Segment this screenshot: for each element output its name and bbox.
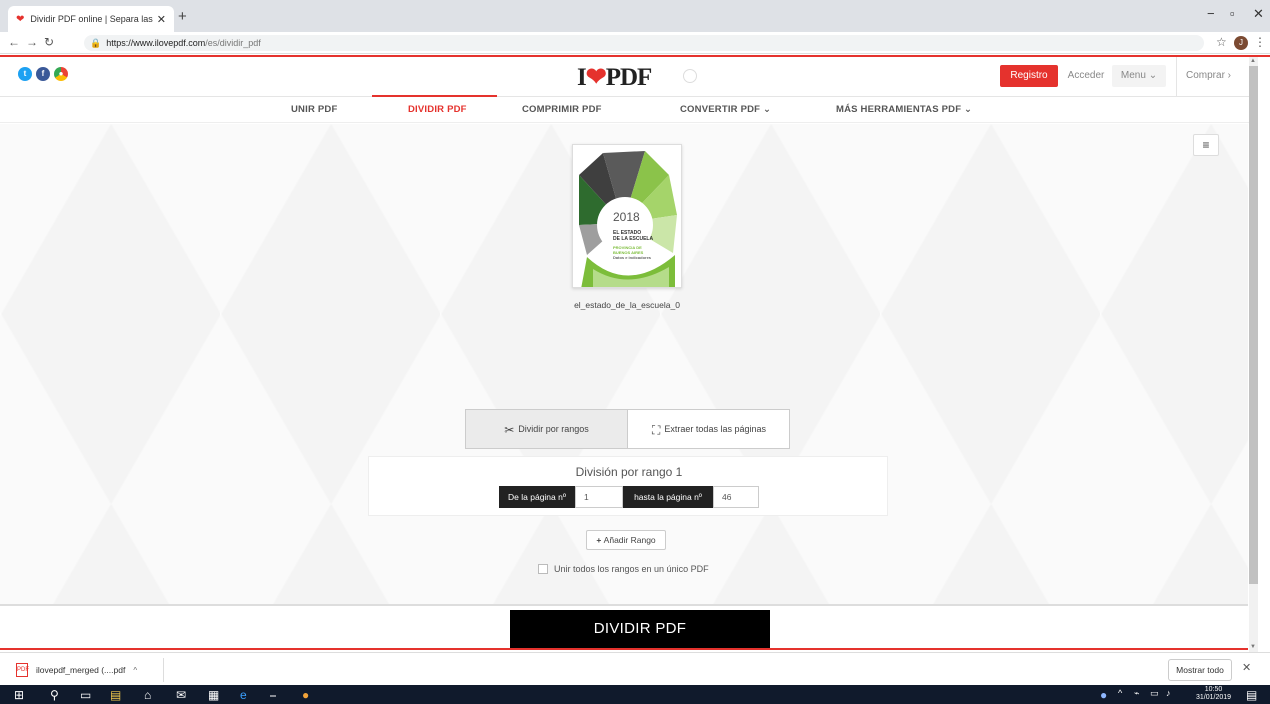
url-path: /es/dividir_pdf <box>205 38 261 48</box>
minimize-icon[interactable]: − <box>1207 6 1215 21</box>
pdf-file-icon: PDF <box>16 663 29 677</box>
mode-ranges-button[interactable]: ✂ Dividir por rangos <box>466 410 628 448</box>
help-tray-icon[interactable]: ● <box>1100 688 1107 702</box>
network-icon[interactable]: ⌁ <box>1134 688 1139 699</box>
nav-unir-pdf[interactable]: UNIR PDF <box>291 97 337 123</box>
url-host: https://www.ilovepdf.com <box>106 38 206 48</box>
pdf-thumbnail[interactable]: 2018 EL ESTADO DE LA ESCUELA PROVINCIA D… <box>572 144 682 288</box>
badge-icon <box>683 69 697 83</box>
bookmark-star-icon[interactable]: ☆ <box>1216 35 1227 49</box>
clock-time: 10:50 <box>1204 686 1223 693</box>
task-view-icon[interactable]: ▭ <box>80 688 91 702</box>
ilovepdf-logo[interactable]: I❤PDF <box>577 62 653 92</box>
scrollbar-thumb[interactable] <box>1249 66 1258 584</box>
taskbar-clock[interactable]: 10:50 31/01/2019 <box>1196 686 1231 702</box>
sort-menu-icon[interactable]: ≡ <box>1193 134 1219 156</box>
store-icon[interactable]: ⌂ <box>144 688 151 702</box>
mode-ranges-label: Dividir por rangos <box>518 424 589 434</box>
facebook-icon[interactable]: f <box>36 67 50 81</box>
header-separator <box>1176 57 1177 97</box>
url-field[interactable]: 🔒 https://www.ilovepdf.com/es/dividir_pdf <box>84 35 1204 51</box>
main-workarea: ≡ 2018 EL ESTADO DE LA ESCUELA PROVINCIA… <box>0 124 1248 604</box>
browser-menu-icon[interactable]: ⋮ <box>1254 35 1266 49</box>
site-header: t f ● I❤PDF Registro Acceder Menu ⌄ Comp… <box>0 57 1250 97</box>
merge-ranges-label: Unir todos los rangos en un único PDF <box>554 564 709 574</box>
plus-icon: + <box>596 535 604 545</box>
profile-avatar[interactable]: J <box>1234 36 1248 50</box>
acceder-button[interactable]: Acceder <box>1064 65 1108 87</box>
scroll-up-icon[interactable]: ▲ <box>1250 58 1256 64</box>
mail-icon[interactable]: ✉ <box>176 688 186 702</box>
lock-icon: 🔒 <box>90 38 102 48</box>
file-name: el_estado_de_la_escuela_0 <box>574 300 680 310</box>
address-bar: ← → ↻ 🔒 https://www.ilovepdf.com/es/divid… <box>0 32 1270 54</box>
forward-arrow-icon[interactable]: → <box>26 35 38 49</box>
range-title: División por rango 1 <box>575 465 683 479</box>
shelf-close-icon[interactable]: ✕ <box>1242 661 1251 674</box>
active-nav-indicator <box>372 95 497 97</box>
show-all-button[interactable]: Mostrar todo <box>1168 659 1232 681</box>
window-close-icon[interactable]: ✕ <box>1253 6 1264 22</box>
twitter-icon[interactable]: t <box>18 67 32 81</box>
download-file-name: ilovepdf_merged (....pdf <box>36 665 126 675</box>
merge-ranges-checkbox[interactable] <box>538 564 548 574</box>
menu-button[interactable]: Menu ⌄ <box>1112 65 1166 87</box>
logo-prefix: I <box>577 64 587 91</box>
mode-extract-label: Extraer todas las páginas <box>664 424 766 434</box>
browser-tabstrip: ❤ Dividir PDF online | Separa las pá ✕ +… <box>0 0 1270 32</box>
tray-chevron-icon[interactable]: ^ <box>1118 688 1122 698</box>
calculator-icon[interactable]: ▦ <box>208 688 219 702</box>
dividir-pdf-button[interactable]: DIVIDIR PDF <box>510 610 770 648</box>
reload-icon[interactable]: ↻ <box>44 35 54 49</box>
add-range-label: Añadir Rango <box>603 535 656 545</box>
back-arrow-icon[interactable]: ← <box>8 35 20 49</box>
add-range-button[interactable]: + Añadir Rango <box>586 530 666 550</box>
sitemap-icon: ⛶ <box>652 422 661 437</box>
chrome-taskbar-icon[interactable]: ● <box>302 688 309 702</box>
registro-button[interactable]: Registro <box>1000 65 1058 87</box>
maximize-icon[interactable]: ▫ <box>1230 6 1235 21</box>
chrome-icon[interactable]: ● <box>54 67 68 81</box>
to-page-input[interactable]: 46 <box>713 486 759 508</box>
download-item[interactable]: PDF ilovepdf_merged (....pdf ^ <box>8 658 164 682</box>
nav-convertir-pdf[interactable]: CONVERTIR PDF ⌄ <box>680 97 771 123</box>
tab-title: Dividir PDF online | Separa las pá <box>30 14 153 24</box>
notifications-icon[interactable]: ▤ <box>1246 688 1257 702</box>
nav-mas-herramientas[interactable]: MÁS HERRAMIENTAS PDF ⌄ <box>836 97 972 123</box>
action-footer: DIVIDIR PDF <box>0 604 1248 650</box>
app-icon[interactable]: ⎯ <box>270 688 276 703</box>
cover-line3: PROVINCIA DE BUENOS AIRES Datos e indicad… <box>613 245 652 260</box>
volume-icon[interactable]: ♪ <box>1166 688 1171 698</box>
from-page-label: De la página nº <box>499 486 575 508</box>
mode-extract-button[interactable]: ⛶ Extraer todas las páginas <box>628 410 790 448</box>
new-tab-button[interactable]: + <box>178 8 187 25</box>
logo-text: PDF <box>605 64 653 91</box>
browser-tab[interactable]: ❤ Dividir PDF online | Separa las pá ✕ <box>8 6 174 32</box>
nav-dividir-pdf[interactable]: DIVIDIR PDF <box>408 97 467 123</box>
windows-start-icon[interactable]: ⊞ <box>14 688 24 702</box>
clock-date: 31/01/2019 <box>1196 694 1232 701</box>
cover-year: 2018 <box>611 210 642 224</box>
windows-taskbar: ⊞ ⚲ ▭ ▤ ⌂ ✉ ▦ e ⎯ ● ● ^ ⌁ ▭ ♪ 10:50 31/01… <box>0 685 1270 704</box>
heart-icon: ❤ <box>585 64 607 91</box>
tools-nav: UNIR PDF DIVIDIR PDF COMPRIMIR PDF CONVE… <box>0 97 1250 123</box>
tab-close-icon[interactable]: ✕ <box>157 13 166 26</box>
display-icon[interactable]: ▭ <box>1150 688 1159 699</box>
download-shelf: PDF ilovepdf_merged (....pdf ^ Mostrar t… <box>0 652 1270 685</box>
edge-icon[interactable]: e <box>240 688 247 702</box>
range-panel: División por rango 1 De la página nº 1 h… <box>368 456 888 516</box>
from-page-input[interactable]: 1 <box>575 486 623 508</box>
comprar-link[interactable]: Comprar › <box>1186 65 1238 87</box>
chevron-up-icon[interactable]: ^ <box>133 666 137 675</box>
to-page-label: hasta la página nº <box>623 486 713 508</box>
scissors-icon: ✂ <box>504 422 515 437</box>
merge-ranges-row[interactable]: Unir todos los rangos en un único PDF <box>538 564 709 574</box>
cover-line2: DE LA ESCUELA <box>613 236 654 242</box>
heart-favicon-icon: ❤ <box>16 13 25 25</box>
split-mode-selector: ✂ Dividir por rangos ⛶ Extraer todas las p… <box>465 409 790 449</box>
search-icon[interactable]: ⚲ <box>50 688 59 702</box>
file-explorer-icon[interactable]: ▤ <box>110 688 121 702</box>
scroll-down-icon[interactable]: ▼ <box>1250 644 1256 650</box>
nav-comprimir-pdf[interactable]: COMPRIMIR PDF <box>522 97 602 123</box>
